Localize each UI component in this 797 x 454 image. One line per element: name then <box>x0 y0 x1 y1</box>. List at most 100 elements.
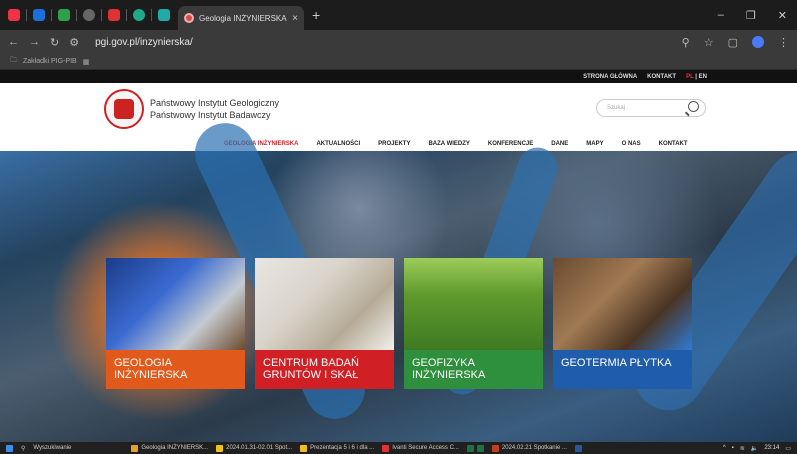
card-geofizyka-inzynierska[interactable]: GEOFIZYKA INŻYNIERSKA <box>404 258 543 389</box>
windows-taskbar: ⚲ Wyszukiwanie Geologia INŻYNIERSK... 20… <box>0 442 797 454</box>
chrome-icon <box>131 444 139 452</box>
speaker-icon[interactable]: 🔈 <box>751 445 758 452</box>
start-icon[interactable] <box>6 444 13 452</box>
bookmarks-bar: 🗀 Zakładki PIG-PIB ▦ <box>0 54 797 70</box>
close-tab-icon[interactable]: × <box>292 13 298 24</box>
pgi-logo[interactable] <box>104 89 144 129</box>
card-centrum-badan[interactable]: CENTRUM BADAŃ GRUNTÓW I SKAŁ <box>255 258 394 389</box>
card-label: CENTRUM BADAŃ GRUNTÓW I SKAŁ <box>255 350 394 389</box>
lang-en[interactable]: EN <box>699 74 707 80</box>
institute-line-2: Państwowy Instytut Badawczy <box>150 110 271 120</box>
section-cards: GEOLOGIA INŻYNIERSKA CENTRUM BADAŃ GRUNT… <box>106 258 692 389</box>
lang-separator: | <box>695 73 697 80</box>
bookmark-star-icon[interactable]: ☆ <box>704 36 714 49</box>
card-image <box>106 258 245 350</box>
pinned-tab-icon[interactable] <box>133 9 145 21</box>
taskbar-app-label: Prezentacja 5 i 6 i dla ... <box>310 445 375 451</box>
window-controls: – ❐ ✕ <box>718 0 797 30</box>
taskbar-app[interactable] <box>466 444 484 452</box>
reload-icon[interactable]: ↻ <box>50 36 59 49</box>
contact-link[interactable]: KONTAKT <box>647 74 676 80</box>
search-input[interactable]: Szukaj <box>596 99 706 117</box>
card-image <box>255 258 394 350</box>
nav-item-projekty[interactable]: PROJEKTY <box>378 141 410 151</box>
card-geologia-inzynierska[interactable]: GEOLOGIA INŻYNIERSKA <box>106 258 245 389</box>
excel-icon <box>476 444 484 452</box>
divider <box>51 9 52 21</box>
menu-icon[interactable]: ⋮ <box>778 36 789 49</box>
back-icon[interactable]: ← <box>8 36 19 48</box>
site-favicon-icon <box>184 13 194 23</box>
address-bar[interactable]: pgi.gov.pl/inzynierska/ <box>95 37 193 48</box>
folder-icon: 🗀 <box>10 57 17 64</box>
divider <box>26 9 27 21</box>
pinned-tab-icon[interactable] <box>58 9 70 21</box>
maximize-icon[interactable]: ❐ <box>746 9 756 22</box>
clock[interactable]: 23:14 <box>764 445 779 451</box>
nav-item-kontakt[interactable]: KONTAKT <box>659 141 688 151</box>
zoom-icon[interactable]: ⚲ <box>682 36 690 49</box>
taskbar-app[interactable]: 2024.02.21 Spotkanie ... <box>491 444 567 452</box>
pinned-tab-icon[interactable] <box>108 9 120 21</box>
powerpoint-icon <box>491 444 499 452</box>
active-tab[interactable]: Geologia INŻYNIERSKA - Państ × <box>178 6 304 30</box>
taskbar-app[interactable]: 2024.01.31-02.01 Spot... <box>216 444 293 452</box>
top-strip: STRONA GŁÓWNA KONTAKT PL | EN <box>0 70 797 83</box>
browser-tabbar: Geologia INŻYNIERSKA - Państ × + – ❐ ✕ <box>0 0 797 30</box>
web-page: STRONA GŁÓWNA KONTAKT PL | EN Państwowy … <box>0 70 797 442</box>
new-tab-icon[interactable]: + <box>312 7 320 23</box>
bookmark-folder[interactable]: Zakładki PIG-PIB <box>23 58 77 65</box>
site-info-icon[interactable]: ⚙ <box>69 36 79 49</box>
lang-pl[interactable]: PL <box>686 74 694 80</box>
card-image <box>404 258 543 350</box>
pinned-tab-icon[interactable] <box>158 9 170 21</box>
folder-icon <box>300 444 308 452</box>
taskbar-app[interactable]: Ivanti Secure Access C... <box>382 444 459 452</box>
taskbar-app-label: Geologia INŻYNIERSK... <box>141 445 209 451</box>
card-label: GEOTERMIA PŁYTKA <box>553 350 692 389</box>
divider <box>101 9 102 21</box>
nav-item-baza-wiedzy[interactable]: BAZA WIEDZY <box>428 141 469 151</box>
logo-emblem <box>114 99 134 119</box>
nav-item-o-nas[interactable]: O NAS <box>622 141 641 151</box>
card-label: GEOFIZYKA INŻYNIERSKA <box>404 350 543 389</box>
nav-item-aktualnosci[interactable]: AKTUALNOŚCI <box>316 141 360 151</box>
institute-line-1: Państwowy Instytut Geologiczny <box>150 98 280 108</box>
forward-icon[interactable]: → <box>29 36 40 48</box>
system-tray: ^ ▪ ≋ 🔈 23:14 ▭ <box>723 442 791 454</box>
vpn-icon <box>382 444 390 452</box>
grid-icon[interactable]: ▦ <box>83 58 90 66</box>
home-link[interactable]: STRONA GŁÓWNA <box>583 74 637 80</box>
pinned-tab-icon[interactable] <box>83 9 95 21</box>
lang-switch: PL | EN <box>686 74 707 80</box>
browser-toolbar: ← → ↻ ⚙ pgi.gov.pl/inzynierska/ ⚲ ☆ ▢ ⋮ <box>0 30 797 54</box>
pinned-tab-icon[interactable] <box>33 9 45 21</box>
search-icon[interactable]: ⚲ <box>21 445 25 452</box>
excel-icon <box>466 444 474 452</box>
card-image <box>553 258 692 350</box>
nav-item-mapy[interactable]: MAPY <box>586 141 603 151</box>
taskbar-app[interactable]: Prezentacja 5 i 6 i dla ... <box>300 444 375 452</box>
close-window-icon[interactable]: ✕ <box>778 9 787 22</box>
tray-icon[interactable]: ▪ <box>732 445 734 451</box>
taskbar-search[interactable]: Wyszukiwanie <box>33 445 123 451</box>
taskbar-app-label: 2024.02.21 Spotkanie ... <box>501 445 567 451</box>
taskbar-app-label: 2024.01.31-02.01 Spot... <box>226 445 293 451</box>
pinned-tab-icon[interactable] <box>8 9 20 21</box>
notifications-icon[interactable]: ▭ <box>785 445 791 452</box>
nav-item-dane[interactable]: DANE <box>551 141 568 151</box>
minimize-icon[interactable]: – <box>718 9 724 21</box>
card-geotermia-plytka[interactable]: GEOTERMIA PŁYTKA <box>553 258 692 389</box>
outlook-icon[interactable] <box>574 444 582 452</box>
search-icon[interactable] <box>688 101 699 112</box>
chevron-up-icon[interactable]: ^ <box>723 445 726 451</box>
extensions-icon[interactable]: ▢ <box>728 36 738 49</box>
pinned-tabs <box>0 0 170 30</box>
wifi-icon[interactable]: ≋ <box>740 445 745 452</box>
hero-banner: GEOLOGIA INŻYNIERSKA CENTRUM BADAŃ GRUNT… <box>0 113 797 442</box>
taskbar-app[interactable]: Geologia INŻYNIERSK... <box>131 444 209 452</box>
card-label: GEOLOGIA INŻYNIERSKA <box>106 350 245 389</box>
main-nav: GEOLOGIA INŻYNIERSKA AKTUALNOŚCI PROJEKT… <box>0 141 797 151</box>
search-placeholder: Szukaj <box>607 105 626 111</box>
profile-icon[interactable] <box>752 36 764 48</box>
